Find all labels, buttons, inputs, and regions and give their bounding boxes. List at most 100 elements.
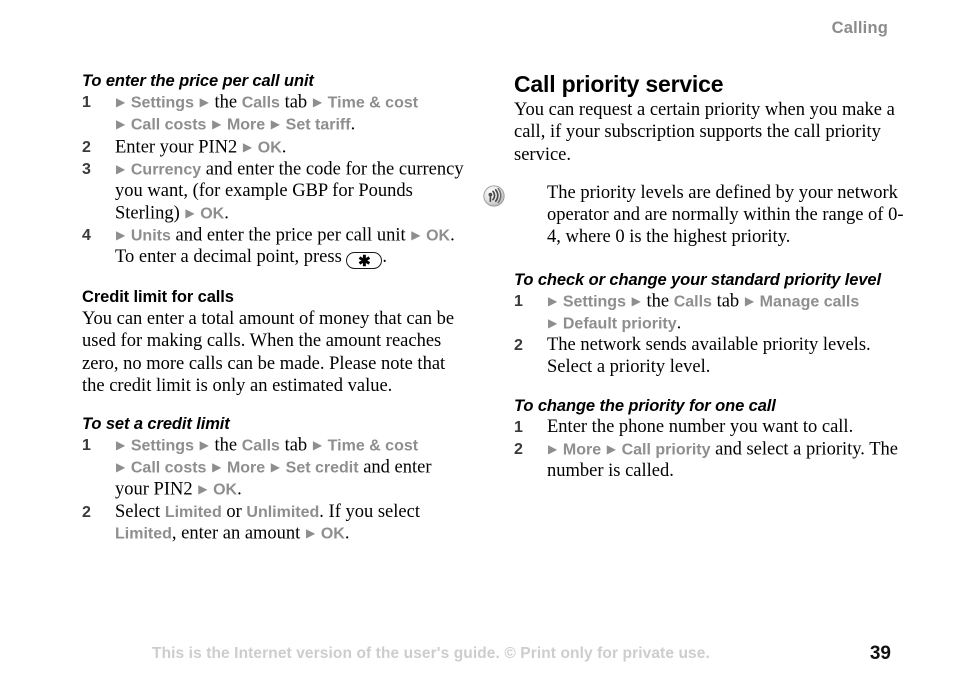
menu-term: Default priority	[562, 315, 677, 333]
menu-term: Call costs	[130, 116, 207, 134]
step-number: 3	[82, 161, 91, 178]
menu-term: Time & cost	[327, 94, 419, 112]
menu-arrow-icon: ▶	[548, 315, 558, 330]
step-number: 4	[82, 227, 91, 244]
procedure-step: 2 Select Limited or Unlimited. If you sel…	[82, 502, 467, 546]
menu-arrow-icon: ▶	[242, 139, 253, 154]
menu-term: Set tariff	[285, 116, 351, 134]
procedure-step: 3 ▶ Currency and enter the code for the c…	[82, 159, 467, 225]
steps-to-enter-price-per-call-unit: 1 ▶ Settings ▶ the Calls tab ▶ Time & cos…	[82, 92, 467, 269]
menu-arrow-icon: ▶	[199, 95, 209, 109]
menu-term: Units	[130, 227, 171, 245]
menu-arrow-icon: ▶	[198, 482, 208, 497]
step-number: 1	[82, 94, 91, 111]
step-text: Enter your PIN2	[115, 137, 238, 157]
steps-to-change-priority-for-one-call: 1 Enter the phone number you want to call…	[514, 417, 906, 483]
note-block: The priority levels are defined by your …	[483, 182, 906, 249]
menu-term: Calls	[241, 94, 280, 112]
menu-arrow-icon: ▶	[548, 441, 558, 456]
page-number: 39	[869, 643, 891, 664]
step-number: 2	[514, 337, 523, 355]
menu-arrow-icon: ▶	[631, 293, 641, 308]
paragraph-call-priority-service: You can request a certain priority when …	[514, 100, 895, 165]
paragraph-credit-limit-for-calls: You can enter a total amount of money th…	[82, 309, 455, 396]
procedure-step: 1 ▶ Settings ▶ the Calls tab ▶ Time & cos…	[82, 435, 467, 501]
procedure-step: 1 ▶ Settings ▶ the Calls tab ▶ Time & cos…	[82, 92, 467, 136]
note-text: The priority levels are defined by your …	[547, 182, 904, 248]
menu-arrow-icon: ▶	[212, 460, 222, 475]
menu-term: OK	[213, 481, 238, 499]
menu-term: Time & cost	[327, 437, 419, 455]
menu-arrow-icon: ▶	[312, 95, 323, 109]
menu-term: Limited	[164, 503, 222, 521]
menu-arrow-icon: ▶	[312, 438, 323, 453]
menu-term: Unlimited	[246, 503, 320, 521]
menu-arrow-icon: ▶	[305, 526, 316, 541]
menu-term: More	[562, 441, 602, 459]
step-text: tab	[284, 435, 308, 456]
step-text: .	[224, 203, 229, 223]
menu-term: Settings	[562, 293, 626, 311]
step-text: , enter an amount	[171, 523, 301, 544]
menu-arrow-icon: ▶	[270, 117, 281, 131]
steps-to-check-or-change-standard-priority-level: 1 ▶ Settings ▶ the Calls tab ▶ Manage cal…	[514, 291, 906, 379]
heading-credit-limit-for-calls: Credit limit for calls	[82, 288, 234, 306]
heading-call-priority-service: Call priority service	[514, 71, 724, 97]
menu-arrow-icon: ▶	[606, 441, 616, 456]
procedure-step: 1 Enter the phone number you want to call…	[514, 417, 906, 439]
menu-arrow-icon: ▶	[199, 438, 209, 453]
menu-term: Settings	[130, 437, 194, 455]
menu-arrow-icon: ▶	[212, 117, 222, 131]
step-number: 2	[82, 503, 91, 521]
procedure-step: 2 ▶ More ▶ Call priority and select a pri…	[514, 439, 906, 483]
step-text: tab	[284, 92, 308, 113]
heading-to-set-a-credit-limit: To set a credit limit	[82, 415, 230, 434]
heading-to-check-or-change-standard-priority-level: To check or change your standard priorit…	[514, 270, 881, 289]
step-text: .	[281, 137, 287, 157]
menu-arrow-icon: ▶	[116, 460, 126, 475]
step-text: Enter the phone number you want to call.	[547, 416, 854, 437]
step-text: .	[344, 523, 350, 544]
procedure-step: 2 Enter your PIN2 ▶ OK.	[82, 137, 467, 159]
menu-term: Currency	[130, 161, 202, 179]
running-header-chapter: Calling	[831, 19, 888, 37]
left-column: To enter the price per call unit 1 ▶ Sett…	[82, 72, 467, 546]
step-text: The network sends available priority lev…	[547, 335, 871, 377]
menu-term: Settings	[130, 94, 194, 112]
star-key-icon: ✱	[346, 252, 383, 269]
menu-arrow-icon: ▶	[116, 228, 126, 242]
step-text: .	[676, 313, 682, 334]
right-column: Call priority service You can request a …	[483, 71, 906, 483]
menu-arrow-icon: ▶	[411, 228, 421, 242]
steps-to-set-a-credit-limit: 1 ▶ Settings ▶ the Calls tab ▶ Time & cos…	[82, 435, 467, 545]
menu-term: OK	[320, 525, 345, 543]
step-number: 2	[82, 138, 91, 156]
step-text: and enter the price per call unit	[175, 225, 406, 246]
step-text: . If you select	[319, 501, 420, 522]
step-text: the	[214, 92, 238, 113]
menu-term: Call costs	[130, 459, 207, 477]
heading-to-enter-price-per-call-unit: To enter the price per call unit	[82, 72, 314, 90]
step-number: 2	[514, 440, 523, 458]
procedure-step: 2 The network sends available priority le…	[514, 335, 906, 378]
step-text: Select	[115, 501, 161, 522]
menu-term: More	[226, 459, 266, 477]
step-number: 1	[514, 292, 523, 310]
menu-term: OK	[257, 139, 282, 156]
menu-term: Calls	[673, 293, 712, 311]
menu-term: Call priority	[621, 441, 711, 459]
menu-arrow-icon: ▶	[744, 293, 755, 308]
menu-arrow-icon: ▶	[270, 460, 281, 475]
procedure-step: 4 ▶ Units and enter the price per call un…	[82, 225, 467, 269]
menu-arrow-icon: ▶	[116, 117, 126, 131]
menu-arrow-icon: ▶	[548, 293, 558, 308]
network-signal-icon	[483, 185, 505, 207]
step-text: tab	[716, 291, 740, 312]
step-text: the	[214, 435, 238, 456]
step-text: or	[226, 501, 242, 522]
page-footer: This is the Internet version of the user…	[0, 643, 954, 669]
